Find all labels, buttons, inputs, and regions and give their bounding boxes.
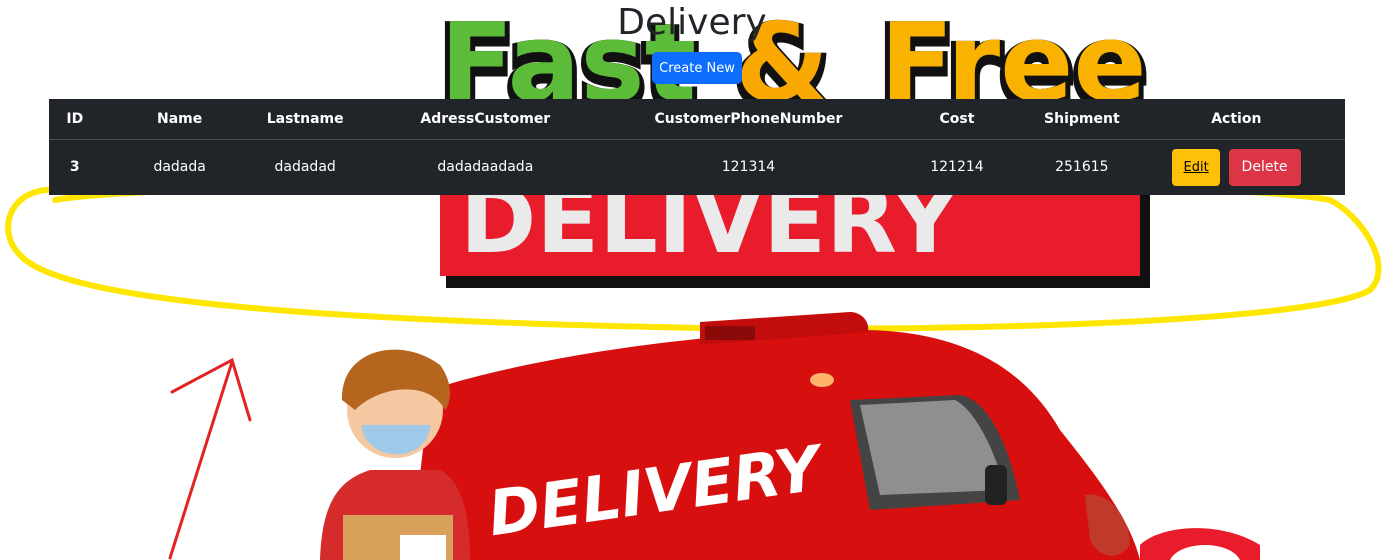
- cell-name: dadada: [153, 159, 206, 176]
- cell-id: 3: [69, 159, 80, 176]
- header-lastname: Lastname: [258, 99, 352, 140]
- edit-button[interactable]: Edit: [1172, 148, 1221, 186]
- cell-actions: Edit Delete: [1128, 139, 1345, 195]
- cell-cost: 121214: [930, 159, 984, 176]
- delivery-illustration: Fast Fast & & Free Free DELIVERY DELIVER…: [5, 1, 1382, 560]
- header-name: Name: [100, 99, 259, 140]
- header-phone: CustomerPhoneNumber: [619, 99, 878, 140]
- header-id: ID: [49, 99, 101, 140]
- table-row: 3 dadada dadadad dadadaadada 121314 1212…: [49, 139, 1345, 195]
- header-action: Action: [1127, 99, 1345, 140]
- header-cost: Cost: [877, 99, 1037, 140]
- cell-phone: 121314: [721, 159, 776, 176]
- create-new-button[interactable]: Create New: [652, 52, 742, 84]
- cell-lastname: dadadad: [274, 159, 336, 176]
- delivery-table: ID Name Lastname AdressCustomer Customer…: [49, 99, 1345, 195]
- page-title: Delivery: [617, 2, 767, 43]
- header-address: AdressCustomer: [351, 99, 620, 140]
- table-header-row: ID Name Lastname AdressCustomer Customer…: [49, 99, 1345, 140]
- delivery-van: DELIVERY: [410, 312, 1260, 560]
- header-shipment: Shipment: [1036, 99, 1128, 140]
- cell-shipment: 251615: [1055, 159, 1109, 176]
- arrow-up-icon: [168, 357, 252, 560]
- delete-button[interactable]: Delete: [1228, 148, 1301, 186]
- cell-address: dadadaadada: [437, 159, 534, 176]
